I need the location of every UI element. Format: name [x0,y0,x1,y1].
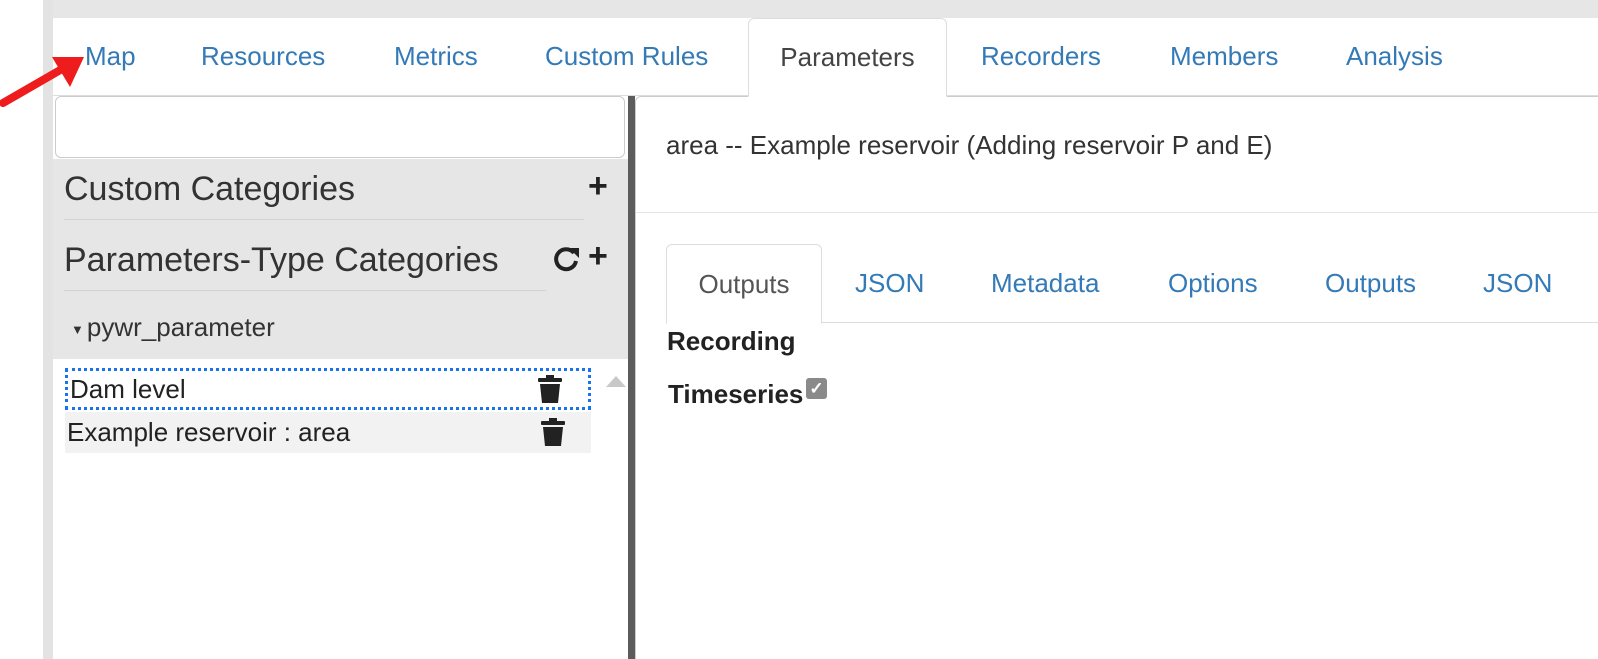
tab-options[interactable]: Options [1168,244,1258,322]
top-band [53,0,1598,18]
refresh-icon[interactable] [552,245,580,273]
panel-splitter[interactable] [628,96,635,659]
tab-metadata[interactable]: Metadata [991,244,1099,322]
tab-outputs-2[interactable]: Outputs [1325,244,1416,322]
tab-json-2[interactable]: JSON [1483,244,1552,322]
parameter-sidebar: Custom Categories + Parameters-Type Cate… [53,96,629,659]
tab-json[interactable]: JSON [855,244,924,322]
main-nav-tabs: Map Resources Metrics Custom Rules Param… [53,18,1598,97]
plus-icon[interactable]: + [588,239,608,273]
tab-analysis[interactable]: Analysis [1346,18,1443,95]
custom-categories-heading: Custom Categories [64,170,356,208]
tab-custom-rules[interactable]: Custom Rules [545,18,708,95]
tab-map[interactable]: Map [85,18,136,95]
divider [64,290,546,291]
tab-outputs[interactable]: Outputs [666,244,822,324]
timeseries-checkbox[interactable]: ✓ [806,378,827,399]
timeseries-label: Timeseries [668,379,804,409]
tab-resources[interactable]: Resources [201,18,325,95]
divider [636,212,1598,213]
parameters-type-categories-heading: Parameters-Type Categories [64,241,499,279]
tab-recorders[interactable]: Recorders [981,18,1101,95]
search-input[interactable] [55,96,625,158]
list-item-label: Example reservoir : area [67,417,351,447]
list-item[interactable]: Example reservoir : area [65,412,591,453]
trash-icon[interactable] [541,418,565,446]
divider [64,219,584,220]
list-item-label: Dam level [70,374,186,404]
tree-item-label: pywr_parameter [86,312,275,342]
recording-label: Recording [667,326,796,356]
tab-members[interactable]: Members [1170,18,1278,95]
caret-down-icon: ▼ [71,321,84,337]
parameter-detail-panel: area -- Example reservoir (Adding reserv… [635,96,1598,659]
page-title: area -- Example reservoir (Adding reserv… [666,130,1273,160]
scroll-up-icon[interactable] [606,376,626,387]
tree-item-pywr-parameter[interactable]: ▼ pywr_parameter [71,312,275,343]
list-item[interactable]: Dam level [65,368,591,410]
plus-icon[interactable]: + [588,169,608,203]
trash-icon[interactable] [538,375,562,403]
tab-parameters[interactable]: Parameters [748,18,947,97]
tab-metrics[interactable]: Metrics [394,18,478,95]
